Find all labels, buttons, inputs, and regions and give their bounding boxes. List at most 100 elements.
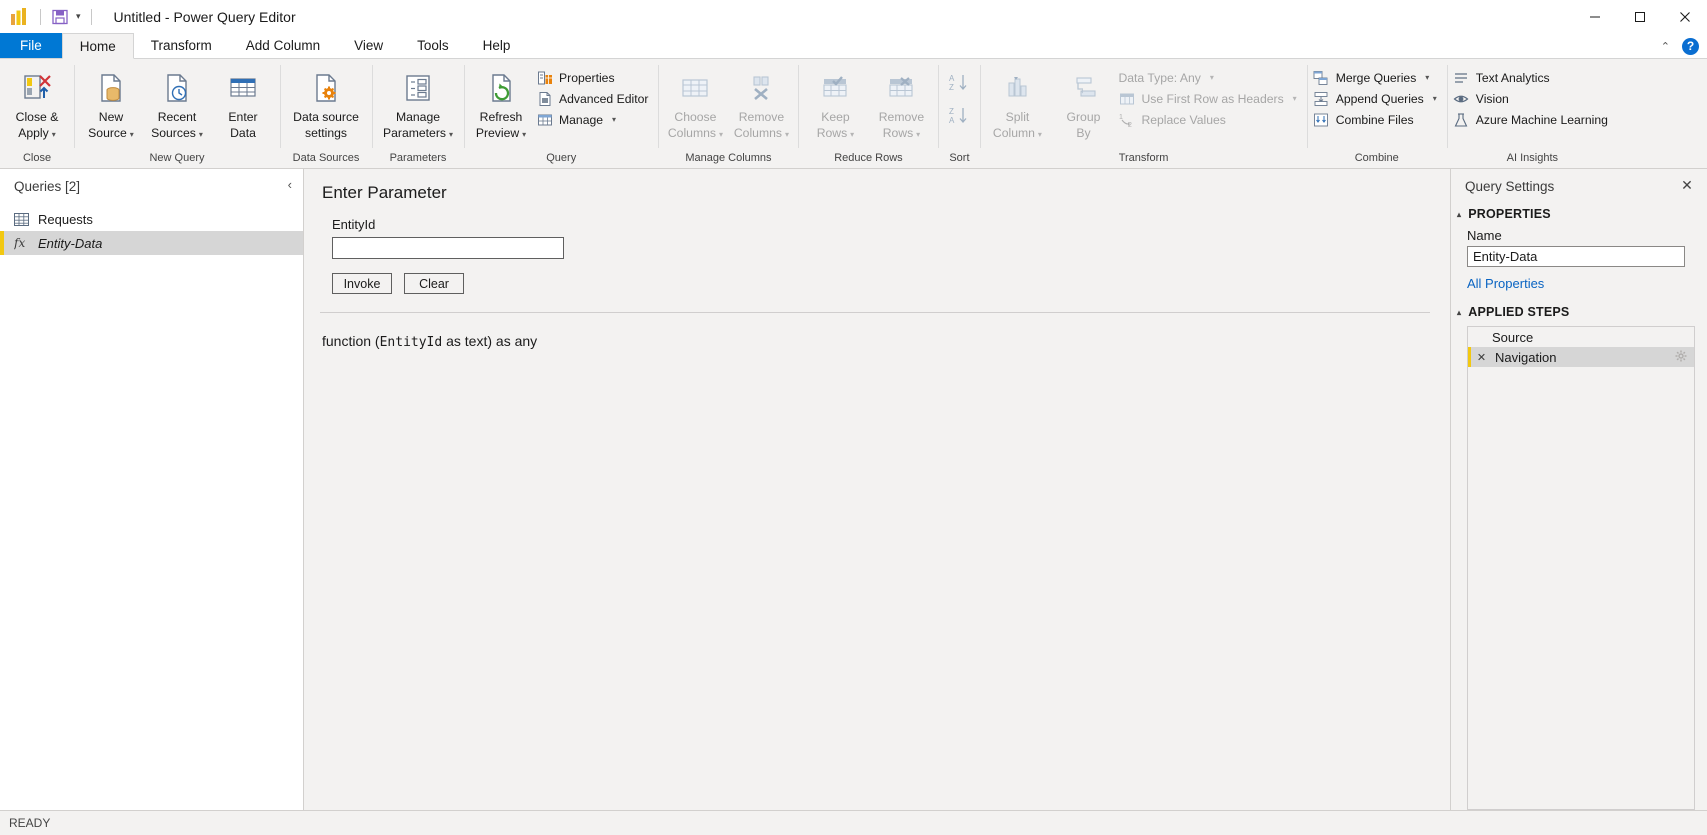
chevron-collapse-icon: ▴ <box>1457 209 1462 219</box>
save-icon[interactable] <box>51 8 69 26</box>
data-type-label: Data Type: Any <box>1118 70 1201 85</box>
quick-access-caret-icon[interactable]: ▾ <box>76 12 81 21</box>
combine-files-button[interactable]: Combine Files <box>1311 109 1443 130</box>
collapse-queries-pane-icon[interactable]: ‹ <box>288 177 292 192</box>
keep-rows-label-1: Keep <box>821 110 850 124</box>
vision-eye-icon <box>1453 90 1470 107</box>
recent-sources-button[interactable]: Recent Sources ▾ <box>144 65 210 142</box>
tab-transform[interactable]: Transform <box>134 33 229 58</box>
entity-id-input[interactable] <box>332 237 564 259</box>
data-type-dropdown[interactable]: Data Type: Any ▾ <box>1116 67 1302 88</box>
applied-step-source[interactable]: Source <box>1468 327 1694 347</box>
keep-rows-label-2: Rows ▾ <box>816 126 855 140</box>
chevron-collapse-icon: ▴ <box>1457 307 1462 317</box>
all-properties-link[interactable]: All Properties <box>1467 276 1707 291</box>
status-bar: READY <box>0 810 1707 835</box>
refresh-preview-button[interactable]: Refresh Preview ▾ <box>468 65 534 142</box>
delete-step-icon[interactable]: ✕ <box>1474 351 1489 364</box>
sort-ascending-button[interactable]: A Z <box>942 69 976 102</box>
properties-section-header[interactable]: ▴ PROPERTIES <box>1451 203 1707 224</box>
remove-columns-button[interactable]: Remove Columns ▾ <box>728 65 794 142</box>
manage-label: Manage <box>559 112 604 127</box>
help-icon[interactable]: ? <box>1682 37 1699 55</box>
collapse-ribbon-icon[interactable]: ⌃ <box>1661 40 1670 53</box>
function-invoke-panel: Enter Parameter EntityId Invoke Clear fu… <box>304 169 1451 810</box>
manage-parameters-label-2: Parameters ▾ <box>382 126 453 140</box>
query-small-buttons: Properties Advanced Editor Manage ▾ <box>534 65 654 130</box>
group-label-manage-columns: Manage Columns <box>685 152 772 164</box>
function-signature: function (EntityId as text) as any <box>322 333 1450 350</box>
manage-parameters-icon <box>401 68 435 108</box>
new-source-button[interactable]: New Source ▾ <box>78 65 144 142</box>
applied-steps-section-header[interactable]: ▴ APPLIED STEPS <box>1451 301 1707 322</box>
text-analytics-icon <box>1453 69 1470 86</box>
manage-caret-icon: ▾ <box>612 115 617 124</box>
azure-ml-flask-icon <box>1453 111 1470 128</box>
ribbon-group-reduce-rows: Keep Rows ▾ Remove Rows ▾ Reduce Rows <box>798 59 938 168</box>
azure-machine-learning-button[interactable]: Azure Machine Learning <box>1451 109 1614 130</box>
vision-label: Vision <box>1475 91 1509 106</box>
choose-columns-button[interactable]: Choose Columns ▾ <box>662 65 728 142</box>
remove-rows-button[interactable]: Remove Rows ▾ <box>868 65 934 142</box>
close-button[interactable] <box>1662 0 1707 33</box>
enter-data-button[interactable]: Enter Data <box>210 65 276 140</box>
text-analytics-button[interactable]: Text Analytics <box>1451 67 1614 88</box>
main-area: Queries [2] ‹ Requests fx Entity-Data En… <box>0 169 1707 810</box>
advanced-editor-button[interactable]: Advanced Editor <box>534 88 654 109</box>
step-settings-gear-icon[interactable] <box>1675 350 1687 365</box>
svg-text:fx: fx <box>14 236 25 250</box>
append-queries-button[interactable]: Append Queries ▾ <box>1311 88 1443 109</box>
keep-rows-button[interactable]: Keep Rows ▾ <box>802 65 868 142</box>
parameter-actions: Invoke Clear <box>332 273 1450 294</box>
replace-values-button[interactable]: 1 2 Replace Values <box>1116 109 1302 130</box>
ribbon-group-ai-insights: Text Analytics Vision Azure Machine Lear… <box>1446 59 1618 168</box>
tab-add-column[interactable]: Add Column <box>229 33 337 58</box>
clear-button[interactable]: Clear <box>404 273 464 294</box>
query-item-requests[interactable]: Requests <box>0 207 303 231</box>
group-label-transform: Transform <box>1118 152 1169 164</box>
sort-descending-button[interactable]: Z A <box>942 102 976 135</box>
query-item-entity-data[interactable]: fx Entity-Data <box>0 231 303 255</box>
group-label-reduce-rows: Reduce Rows <box>834 152 903 164</box>
group-label-new-query: New Query <box>149 152 205 164</box>
split-column-button[interactable]: Split Column ▾ <box>984 65 1050 142</box>
applied-step-navigation[interactable]: ✕ Navigation <box>1468 347 1694 367</box>
properties-button[interactable]: Properties <box>534 67 654 88</box>
data-source-settings-button[interactable]: Data source settings <box>284 65 368 140</box>
use-first-row-label: Use First Row as Headers <box>1141 91 1284 106</box>
remove-rows-icon <box>884 68 918 108</box>
new-source-label-1: New <box>98 110 124 124</box>
close-settings-pane-icon[interactable]: ✕ <box>1677 175 1697 195</box>
query-settings-header: Query Settings ✕ <box>1451 169 1707 203</box>
remove-columns-label-1: Remove <box>738 110 785 124</box>
query-item-label: Entity-Data <box>38 235 103 251</box>
group-label-parameters: Parameters <box>389 152 447 164</box>
use-first-row-as-headers-button[interactable]: Use First Row as Headers ▾ <box>1116 88 1302 109</box>
append-queries-caret-icon: ▾ <box>1432 94 1437 103</box>
merge-queries-button[interactable]: Merge Queries ▾ <box>1311 67 1443 88</box>
minimize-button[interactable] <box>1572 0 1617 33</box>
group-by-button[interactable]: Group By <box>1050 65 1116 140</box>
close-apply-icon <box>20 68 54 108</box>
maximize-button[interactable] <box>1617 0 1662 33</box>
group-by-label-2: By <box>1076 126 1091 140</box>
tab-view[interactable]: View <box>337 33 400 58</box>
tab-home[interactable]: Home <box>61 33 134 59</box>
combine-files-icon <box>1313 111 1330 128</box>
query-name-input[interactable] <box>1467 246 1685 267</box>
vision-button[interactable]: Vision <box>1451 88 1614 109</box>
enter-data-icon <box>226 68 260 108</box>
tab-help[interactable]: Help <box>466 33 528 58</box>
ribbon-group-parameters: Manage Parameters ▾ Parameters <box>372 59 464 168</box>
manage-parameters-button[interactable]: Manage Parameters ▾ <box>376 65 460 142</box>
use-first-row-caret-icon: ▾ <box>1292 94 1297 103</box>
new-source-label-2: Source ▾ <box>88 126 134 140</box>
manage-button[interactable]: Manage ▾ <box>534 109 654 130</box>
merge-queries-icon <box>1313 69 1330 86</box>
signature-suffix: as text) as any <box>442 333 538 349</box>
applied-steps-section-label: APPLIED STEPS <box>1468 305 1570 319</box>
tab-tools[interactable]: Tools <box>400 33 466 58</box>
invoke-button[interactable]: Invoke <box>332 273 392 294</box>
close-and-apply-button[interactable]: Close & Apply ▾ <box>4 65 70 142</box>
tab-file[interactable]: File <box>0 33 62 58</box>
